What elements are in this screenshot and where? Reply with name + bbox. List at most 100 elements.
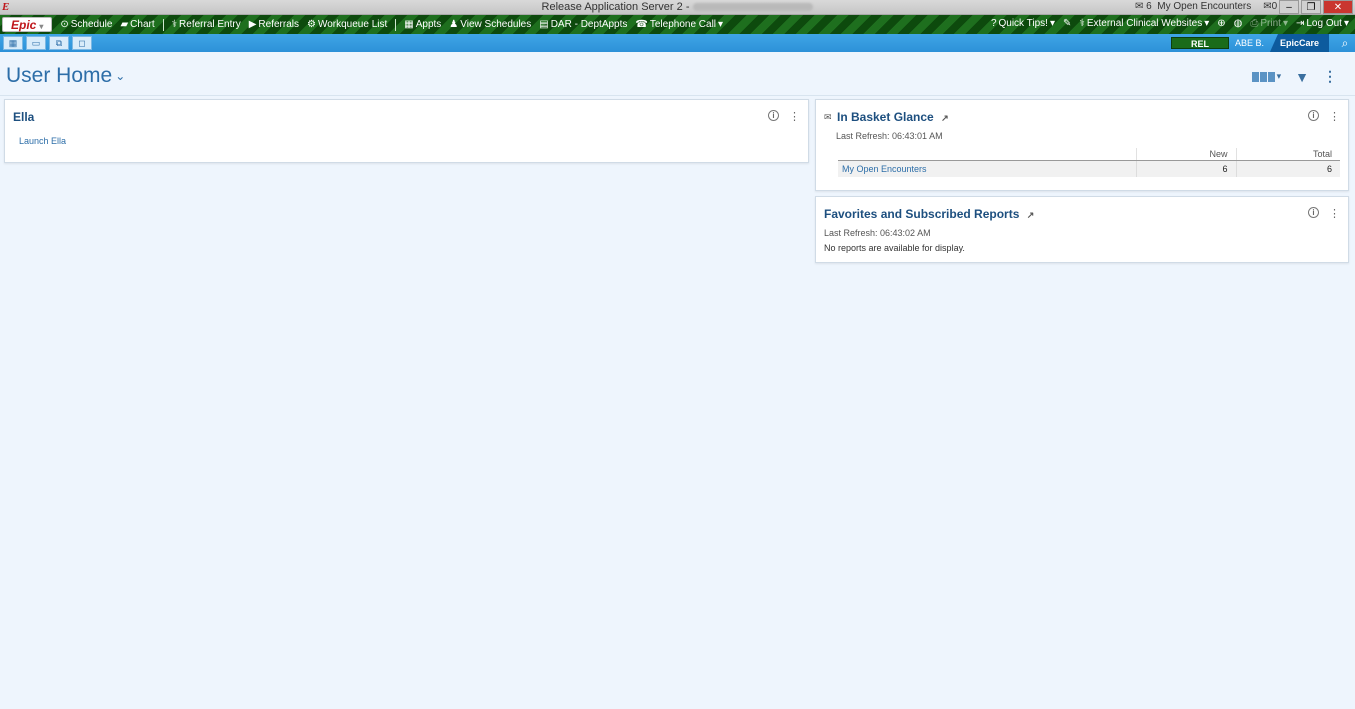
chevron-down-icon: ▾ (718, 19, 724, 30)
toolbar-chart[interactable]: ▰ Chart (120, 19, 154, 30)
more-options-icon[interactable]: ⋮ (1323, 68, 1337, 85)
layout-selector[interactable]: ▾ (1251, 71, 1282, 82)
info-icon[interactable]: i (1308, 110, 1319, 121)
toolbar-divider (395, 18, 397, 31)
envelope-icon: ✉ (824, 112, 832, 122)
toolbar-log-out[interactable]: ⇥ Log Out ▾ (1296, 18, 1349, 29)
toolbar-item-label: Schedule (70, 19, 113, 30)
toolbar-item-label: Referral Entry (179, 19, 241, 30)
launch-ella-link[interactable]: Launch Ella (19, 136, 66, 146)
in-basket-table: New Total My Open Encounters 6 6 (838, 148, 1340, 177)
wrench-icon: ✎ (1063, 18, 1072, 29)
toolbar-item-label: DAR - DeptAppts (550, 19, 628, 30)
folder-name-link[interactable]: My Open Encounters (838, 160, 1136, 177)
toolbar-quick-tips[interactable]: ? Quick Tips! ▾ (991, 18, 1055, 29)
window-title: Release Application Server 2 - (541, 1, 690, 13)
restore-button[interactable]: ❐ (1301, 0, 1321, 14)
toolbar-secure[interactable]: ⊕ (1217, 18, 1225, 29)
clock-icon: ⊙ (60, 19, 69, 30)
main-toolbar: Epic ▾ ⊙ Schedule ▰ Chart ⚕ Referral Entry ▶… (0, 15, 1355, 34)
chevron-down-icon: ▾ (39, 22, 44, 31)
workqueue-icon: ⚙ (307, 19, 316, 30)
redacted-server-name (693, 3, 814, 12)
activity-bar: ▦ ▭ ⧉ ◻ REL ABE B. EpicCare ⌕ (0, 34, 1355, 52)
lock-icon: ⊕ (1217, 18, 1226, 29)
referral-entry-icon: ⚕ (171, 19, 178, 30)
more-options-icon[interactable]: ⋮ (1329, 207, 1340, 220)
toolbar-external-clinical-websites[interactable]: ⚕ External Clinical Websites ▾ (1079, 18, 1209, 29)
user-name[interactable]: ABE B. (1235, 38, 1264, 48)
toolbar-item-label: Quick Tips! (998, 18, 1048, 29)
toolbar-print[interactable]: ⎙ Print ▾ (1250, 18, 1288, 29)
globe-icon: ◍ (1233, 18, 1243, 29)
page-title-dropdown[interactable]: User Home ⌄ (6, 64, 125, 88)
popout-icon[interactable]: ↗ (1027, 210, 1035, 220)
toolbar-workqueue-list[interactable]: ⚙ Workqueue List (307, 19, 387, 30)
new-count: 6 (1135, 160, 1236, 177)
phone-icon: ☎ (635, 19, 648, 30)
toolbar-web[interactable]: ◍ (1234, 18, 1243, 29)
last-refresh: Last Refresh: 06:43:02 AM (824, 228, 931, 238)
toolbar-item-label: Chart (130, 19, 155, 30)
toolbar-view-schedules[interactable]: ♟ View Schedules (449, 19, 531, 30)
arrow-right-icon: ▶ (248, 19, 257, 30)
toolbar-item-label: Log Out (1306, 18, 1342, 29)
more-options-icon[interactable]: ⋮ (1329, 110, 1340, 123)
layout-icon (1251, 71, 1275, 82)
reports-title[interactable]: Favorites and Subscribed Reports (824, 207, 1019, 221)
toolbar-item-label: View Schedules (460, 19, 532, 30)
more-options-icon[interactable]: ⋮ (789, 110, 800, 123)
column-header (838, 148, 1136, 161)
column-header: Total (1235, 148, 1340, 161)
toolbar-item-label: Referrals (258, 19, 299, 30)
toolbar-telephone-call[interactable]: ☎ Telephone Call ▾ (635, 19, 723, 30)
toolbar-referrals[interactable]: ▶ Referrals (249, 19, 299, 30)
window-title-bar: E Release Application Server 2 - ✉ 6 My … (0, 0, 1355, 15)
info-icon[interactable]: i (768, 110, 779, 121)
in-basket-glance-card: ✉ In Basket Glance ↗ i ⋮ Last Refresh: 0… (815, 99, 1349, 191)
favorite-reports-card: Favorites and Subscribed Reports ↗ i ⋮ L… (815, 196, 1349, 263)
toolbar-divider (162, 18, 164, 31)
notification-label: My Open Encounters (1157, 1, 1252, 12)
close-button[interactable]: ✕ (1323, 0, 1353, 14)
popout-icon[interactable]: ↗ (941, 113, 949, 123)
chat-icon[interactable]: ◻ (72, 36, 92, 50)
calendar-icon[interactable]: ▦ (3, 36, 23, 50)
filter-icon[interactable]: ▼ (1295, 69, 1309, 85)
document-icon: ▤ (539, 19, 549, 30)
toolbar-item-label: Workqueue List (317, 19, 388, 30)
notification-indicator[interactable]: ✉ 6 My Open Encounters (1135, 1, 1251, 12)
minimize-button[interactable]: – (1279, 0, 1299, 14)
patients-icon[interactable]: ⧉ (49, 36, 69, 50)
info-icon[interactable]: i (1308, 207, 1319, 218)
chevron-down-icon: ⌄ (115, 69, 126, 83)
chevron-down-icon: ▾ (1276, 71, 1282, 81)
last-refresh: Last Refresh: 06:43:01 AM (836, 131, 943, 141)
toolbar-item-label: Telephone Call (649, 19, 717, 30)
epic-menu-button[interactable]: Epic ▾ (2, 17, 53, 32)
search-icon[interactable]: ⌕ (1335, 34, 1355, 52)
toolbar-appts[interactable]: ▦ Appts (404, 19, 441, 30)
product-badge: EpicCare (1269, 34, 1329, 52)
in-basket-title[interactable]: In Basket Glance (837, 110, 934, 124)
inbox-icon[interactable]: ▭ (26, 36, 46, 50)
toolbar-dar-deptappts[interactable]: ▤ DAR - DeptAppts (539, 19, 627, 30)
table-row[interactable]: My Open Encounters 6 6 (838, 160, 1340, 177)
total-count: 6 (1235, 160, 1340, 177)
environment-badge: REL (1170, 37, 1229, 49)
column-header: New (1135, 148, 1236, 161)
epic-logo: Epic (11, 18, 37, 32)
toolbar-tools[interactable]: ✎ (1063, 18, 1071, 29)
mail-count: 0 (1271, 1, 1278, 12)
toolbar-referral-entry[interactable]: ⚕ Referral Entry (172, 19, 241, 30)
logout-icon: ⇥ (1295, 18, 1305, 29)
toolbar-item-label: Appts (415, 19, 442, 30)
ella-card-title: Ella (13, 110, 35, 124)
folder-icon: ▰ (120, 19, 129, 30)
people-icon: ♟ (449, 19, 459, 30)
ella-card: Ella i ⋮ Launch Ella (4, 99, 809, 163)
printer-icon: ⎙ (1250, 18, 1259, 29)
link-icon: ⚕ (1079, 18, 1085, 29)
appts-icon: ▦ (404, 19, 414, 30)
toolbar-schedule[interactable]: ⊙ Schedule (60, 19, 112, 30)
